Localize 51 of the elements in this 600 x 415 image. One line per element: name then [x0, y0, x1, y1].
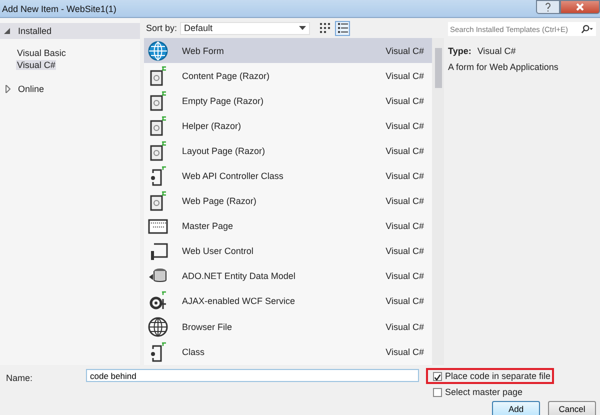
template-item[interactable]: Web Page (Razor) Visual C# — [144, 188, 432, 214]
globe-icon — [148, 40, 168, 61]
close-button[interactable] — [560, 0, 600, 14]
name-label: Name: — [6, 373, 34, 385]
name-field[interactable]: code behind — [86, 369, 419, 382]
description-text: A form for Web Applications — [448, 62, 560, 72]
template-item[interactable]: AJAX-enabled WCF Service Visual C# — [144, 288, 432, 314]
service-icon — [148, 291, 168, 312]
tree-item[interactable]: Visual C# — [16, 60, 56, 70]
dialog-button[interactable]: Add — [492, 401, 540, 415]
class-file-icon — [148, 166, 168, 186]
template-item[interactable]: Web User Control Visual C# — [144, 238, 432, 264]
page-icon — [148, 191, 168, 212]
list-view-button[interactable] — [335, 20, 350, 36]
template-item[interactable]: Browser File Visual C# — [144, 314, 432, 340]
checkbox[interactable]: Select master page — [433, 387, 547, 397]
page-icon — [148, 116, 168, 136]
grid-view-button[interactable] — [317, 20, 332, 36]
collapse-icon[interactable] — [4, 27, 12, 35]
template-item[interactable]: Web Form Visual C# — [144, 38, 432, 64]
user-control-icon — [148, 241, 168, 262]
template-item[interactable]: Content Page (Razor) Visual C# — [144, 63, 432, 88]
close-icon — [575, 2, 585, 12]
page-icon — [148, 90, 168, 111]
help-icon — [544, 2, 552, 12]
globe-icon — [148, 316, 168, 337]
template-item[interactable]: Helper (Razor) Visual C# — [144, 113, 432, 138]
expand-icon[interactable] — [4, 85, 12, 93]
template-item[interactable]: Empty Page (Razor) Visual C# — [144, 88, 432, 114]
page-icon — [148, 66, 168, 86]
class-file-icon — [148, 342, 168, 362]
template-item[interactable]: Layout Page (Razor) Visual C# — [144, 138, 432, 164]
window-title: Add New Item - WebSite1(1) — [2, 4, 116, 14]
type-value: Visual C# — [477, 46, 516, 56]
type-label: Type: — [448, 46, 472, 56]
page-icon — [148, 140, 168, 161]
tree-item[interactable]: Installed — [0, 23, 140, 39]
template-item[interactable]: Web API Controller Class Visual C# — [144, 163, 432, 189]
template-item[interactable]: Master Page Visual C# — [144, 214, 432, 239]
dialog-button[interactable]: Cancel — [548, 401, 596, 415]
sort-label: Sort by: — [146, 23, 178, 33]
search-icon[interactable] — [581, 24, 593, 34]
help-button[interactable] — [536, 0, 560, 14]
scrollbar[interactable] — [432, 38, 444, 365]
check-icon — [434, 372, 441, 382]
tree-item[interactable]: Visual Basic — [16, 48, 67, 58]
sort-dropdown[interactable]: Default — [180, 22, 310, 34]
tree-item[interactable]: Online — [0, 81, 140, 97]
template-item[interactable]: Class Visual C# — [144, 339, 432, 364]
template-item[interactable]: ADO.NET Entity Data Model Visual C# — [144, 264, 432, 289]
dropdown-arrow-icon — [299, 26, 306, 30]
